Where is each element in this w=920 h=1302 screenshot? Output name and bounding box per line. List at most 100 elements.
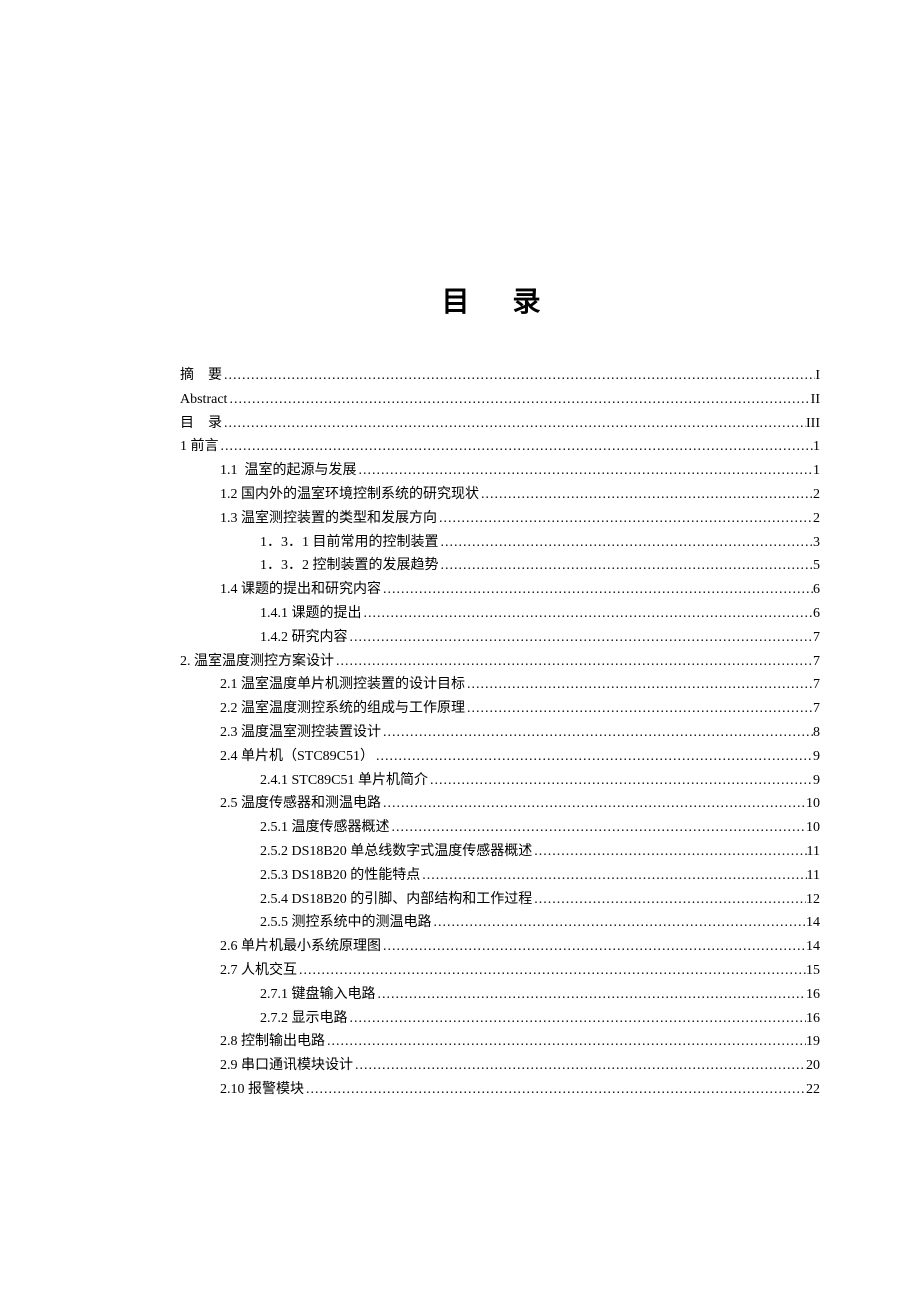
toc-entry-page: I xyxy=(815,364,820,388)
toc-entry: 2.5.2 DS18B20 单总线数字式温度传感器概述.............… xyxy=(180,840,820,864)
toc-entry-page: 20 xyxy=(806,1054,820,1078)
toc-entry: 2.1 温室温度单片机测控装置的设计目标....................… xyxy=(180,673,820,697)
toc-entry: 2.5.1 温度传感器概述...........................… xyxy=(180,816,820,840)
toc-entry-page: 15 xyxy=(806,959,820,983)
toc-entry: 2.4 单片机（STC89C51）.......................… xyxy=(180,745,820,769)
toc-entry-label: 2.4 单片机（STC89C51） xyxy=(220,745,374,769)
toc-leader-dots: ........................................… xyxy=(304,1078,806,1102)
toc-entry: 2.5.5 测控系统中的测温电路........................… xyxy=(180,911,820,935)
toc-entry-label: 2.4.1 STC89C51 单片机简介 xyxy=(260,769,428,793)
toc-leader-dots: ........................................… xyxy=(428,769,813,793)
toc-entry: 2.6 单片机最小系统原理图..........................… xyxy=(180,935,820,959)
toc-leader-dots: ........................................… xyxy=(219,435,814,459)
toc-entry-page: 16 xyxy=(806,983,820,1007)
toc-entry-page: 11 xyxy=(807,840,820,864)
toc-entry-label: 2.5.1 温度传感器概述 xyxy=(260,816,390,840)
toc-entry-label: 2.5 温度传感器和测温电路 xyxy=(220,792,381,816)
toc-entry: 2.5 温度传感器和测温电路..........................… xyxy=(180,792,820,816)
toc-leader-dots: ........................................… xyxy=(381,935,806,959)
toc-entry-page: 5 xyxy=(813,554,820,578)
toc-entry: 2.7.1 键盘输入电路............................… xyxy=(180,983,820,1007)
toc-entry-label: 摘 要 xyxy=(180,364,222,388)
toc-leader-dots: ........................................… xyxy=(420,864,806,888)
toc-entry-label: 1.3 温室测控装置的类型和发展方向 xyxy=(220,507,437,531)
toc-leader-dots: ........................................… xyxy=(465,673,813,697)
toc-entry-label: 1 前言 xyxy=(180,435,219,459)
toc-entry-page: 2 xyxy=(813,507,820,531)
toc-entry: 1.1 温室的起源与发展............................… xyxy=(180,459,820,483)
toc-entry-page: 9 xyxy=(813,745,820,769)
toc-entry-page: 14 xyxy=(806,911,820,935)
toc-entry-page: II xyxy=(811,388,820,412)
toc-entry-page: 10 xyxy=(806,816,820,840)
toc-entry-label: 2.9 串口通讯模块设计 xyxy=(220,1054,353,1078)
toc-leader-dots: ........................................… xyxy=(362,602,814,626)
toc-entry: 目 录.....................................… xyxy=(180,412,820,436)
toc-entry: 1 前言....................................… xyxy=(180,435,820,459)
toc-entry-page: 7 xyxy=(813,673,820,697)
toc-entry-page: 3 xyxy=(813,531,820,555)
toc-leader-dots: ........................................… xyxy=(325,1030,806,1054)
toc-entry-page: 16 xyxy=(806,1007,820,1031)
toc-leader-dots: ........................................… xyxy=(439,531,814,555)
toc-entry-label: 2.7 人机交互 xyxy=(220,959,297,983)
toc-entry-label: 2.5.4 DS18B20 的引脚、内部结构和工作过程 xyxy=(260,888,532,912)
toc-entry-label: 2.5.2 DS18B20 单总线数字式温度传感器概述 xyxy=(260,840,532,864)
toc-entry-page: 10 xyxy=(806,792,820,816)
toc-leader-dots: ........................................… xyxy=(479,483,813,507)
toc-entry-label: 1．3．1 目前常用的控制装置 xyxy=(260,531,439,555)
toc-entry-page: 7 xyxy=(813,650,820,674)
toc-entry: 2.4.1 STC89C51 单片机简介....................… xyxy=(180,769,820,793)
toc-entry-page: 19 xyxy=(806,1030,820,1054)
toc-entry: 2. 温室温度测控方案设计...........................… xyxy=(180,650,820,674)
toc-entry: 1．3．2 控制装置的发展趋势.........................… xyxy=(180,554,820,578)
toc-entry-label: 2.7.1 键盘输入电路 xyxy=(260,983,376,1007)
toc-entry: 2.5.3 DS18B20 的性能特点.....................… xyxy=(180,864,820,888)
toc-entry-label: 2.5.5 测控系统中的测温电路 xyxy=(260,911,432,935)
toc-entry-label: 1.1 温室的起源与发展 xyxy=(220,459,357,483)
toc-leader-dots: ........................................… xyxy=(222,412,806,436)
toc-entry: 2.10 报警模块...............................… xyxy=(180,1078,820,1102)
toc-entry: Abstract................................… xyxy=(180,388,820,412)
toc-entry: 2.8 控制输出电路..............................… xyxy=(180,1030,820,1054)
toc-entry-page: 9 xyxy=(813,769,820,793)
toc-entry: 摘 要.....................................… xyxy=(180,364,820,388)
toc-leader-dots: ........................................… xyxy=(357,459,814,483)
toc-entry: 1.3 温室测控装置的类型和发展方向......................… xyxy=(180,507,820,531)
toc-entry-label: 2.2 温室温度测控系统的组成与工作原理 xyxy=(220,697,465,721)
toc-entry: 2.3 温度温室测控装置设计..........................… xyxy=(180,721,820,745)
toc-leader-dots: ........................................… xyxy=(334,650,813,674)
toc-entry-page: 7 xyxy=(813,626,820,650)
toc-leader-dots: ........................................… xyxy=(381,578,813,602)
toc-entry-label: 1．3．2 控制装置的发展趋势 xyxy=(260,554,439,578)
toc-leader-dots: ........................................… xyxy=(376,983,807,1007)
toc-entry-label: 1.4 课题的提出和研究内容 xyxy=(220,578,381,602)
toc-entry-label: 目 录 xyxy=(180,412,222,436)
toc-entry-page: 14 xyxy=(806,935,820,959)
toc-leader-dots: ........................................… xyxy=(439,554,814,578)
toc-entry-label: 2.7.2 显示电路 xyxy=(260,1007,348,1031)
toc-leader-dots: ........................................… xyxy=(297,959,806,983)
toc-entry-label: 2. 温室温度测控方案设计 xyxy=(180,650,334,674)
toc-list: 摘 要.....................................… xyxy=(180,364,820,1102)
toc-entry-label: 2.5.3 DS18B20 的性能特点 xyxy=(260,864,420,888)
toc-leader-dots: ........................................… xyxy=(348,1007,807,1031)
toc-entry-label: 1.4.2 研究内容 xyxy=(260,626,348,650)
toc-entry-label: Abstract xyxy=(180,388,227,412)
toc-entry-page: 6 xyxy=(813,602,820,626)
toc-entry: 2.9 串口通讯模块设计............................… xyxy=(180,1054,820,1078)
toc-entry-page: III xyxy=(806,412,820,436)
toc-entry-label: 2.10 报警模块 xyxy=(220,1078,304,1102)
toc-entry-label: 2.1 温室温度单片机测控装置的设计目标 xyxy=(220,673,465,697)
toc-entry-label: 2.6 单片机最小系统原理图 xyxy=(220,935,381,959)
toc-entry: 1.4 课题的提出和研究内容..........................… xyxy=(180,578,820,602)
toc-leader-dots: ........................................… xyxy=(374,745,813,769)
toc-leader-dots: ........................................… xyxy=(381,792,806,816)
toc-entry-label: 1.2 国内外的温室环境控制系统的研究现状 xyxy=(220,483,479,507)
toc-entry: 1.4.2 研究内容..............................… xyxy=(180,626,820,650)
toc-leader-dots: ........................................… xyxy=(432,911,807,935)
toc-leader-dots: ........................................… xyxy=(227,388,810,412)
toc-leader-dots: ........................................… xyxy=(348,626,814,650)
toc-entry-page: 2 xyxy=(813,483,820,507)
toc-leader-dots: ........................................… xyxy=(437,507,813,531)
